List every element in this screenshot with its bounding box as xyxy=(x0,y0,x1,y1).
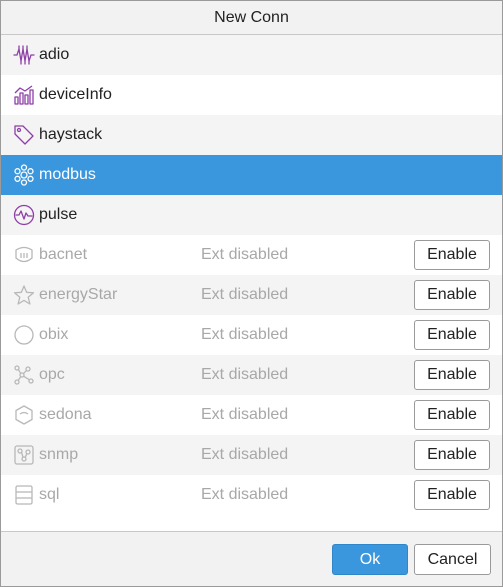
opc-icon xyxy=(12,363,36,387)
list-item-label: energyStar xyxy=(39,286,118,303)
enable-energystar-button[interactable]: Enable xyxy=(414,280,490,310)
status-text: Ext disabled xyxy=(201,246,289,263)
cancel-button[interactable]: Cancel xyxy=(414,544,491,575)
list-item-label: obix xyxy=(39,326,69,343)
list-item-bacnet: bacnet Ext disabled Enable xyxy=(1,235,502,275)
list-item-label: opc xyxy=(39,366,65,383)
star-icon xyxy=(12,283,36,307)
list-item-obix: obix Ext disabled Enable xyxy=(1,315,502,355)
pulse-icon xyxy=(12,203,36,227)
list-item-adio[interactable]: adio xyxy=(1,35,502,75)
list-item-haystack[interactable]: haystack xyxy=(1,115,502,155)
status-text: Ext disabled xyxy=(201,446,289,463)
connector-list: adio deviceInfo haystack modbus pulse ba… xyxy=(1,35,502,532)
list-item-modbus[interactable]: modbus xyxy=(1,155,502,195)
status-text: Ext disabled xyxy=(201,326,289,343)
sedona-icon xyxy=(12,403,36,427)
list-item-sedona: sedona Ext disabled Enable xyxy=(1,395,502,435)
list-item-label: sql xyxy=(39,486,60,503)
enable-sedona-button[interactable]: Enable xyxy=(414,400,490,430)
device-info-icon xyxy=(12,83,36,107)
ok-button[interactable]: Ok xyxy=(332,544,408,575)
status-text: Ext disabled xyxy=(201,486,289,503)
obix-icon xyxy=(12,323,36,347)
list-item-opc: opc Ext disabled Enable xyxy=(1,355,502,395)
list-item-pulse[interactable]: pulse xyxy=(1,195,502,235)
enable-sql-button[interactable]: Enable xyxy=(414,480,490,510)
snmp-icon xyxy=(12,443,36,467)
list-item-label: adio xyxy=(39,46,70,63)
enable-snmp-button[interactable]: Enable xyxy=(414,440,490,470)
enable-obix-button[interactable]: Enable xyxy=(414,320,490,350)
modbus-icon xyxy=(12,163,36,187)
list-item-sql: sql Ext disabled Enable xyxy=(1,475,502,515)
status-text: Ext disabled xyxy=(201,366,289,383)
enable-bacnet-button[interactable]: Enable xyxy=(414,240,490,270)
dialog-title: New Conn xyxy=(1,1,502,35)
list-item-label: haystack xyxy=(39,126,103,143)
adio-icon xyxy=(12,43,36,67)
list-item-energystar: energyStar Ext disabled Enable xyxy=(1,275,502,315)
list-item-label: modbus xyxy=(39,166,96,183)
list-item-label: pulse xyxy=(39,206,78,223)
list-item-label: bacnet xyxy=(39,246,88,263)
list-item-snmp: snmp Ext disabled Enable xyxy=(1,435,502,475)
new-conn-dialog: New Conn adio deviceInfo haystack modbus… xyxy=(0,0,503,587)
list-item-deviceinfo[interactable]: deviceInfo xyxy=(1,75,502,115)
list-item-label: sedona xyxy=(39,406,92,423)
database-icon xyxy=(12,483,36,507)
tag-icon xyxy=(12,123,36,147)
status-text: Ext disabled xyxy=(201,286,289,303)
enable-opc-button[interactable]: Enable xyxy=(414,360,490,390)
status-text: Ext disabled xyxy=(201,406,289,423)
dialog-footer: Ok Cancel xyxy=(1,532,502,586)
list-item-label: deviceInfo xyxy=(39,86,112,103)
bacnet-icon xyxy=(12,243,36,267)
list-item-label: snmp xyxy=(39,446,79,463)
